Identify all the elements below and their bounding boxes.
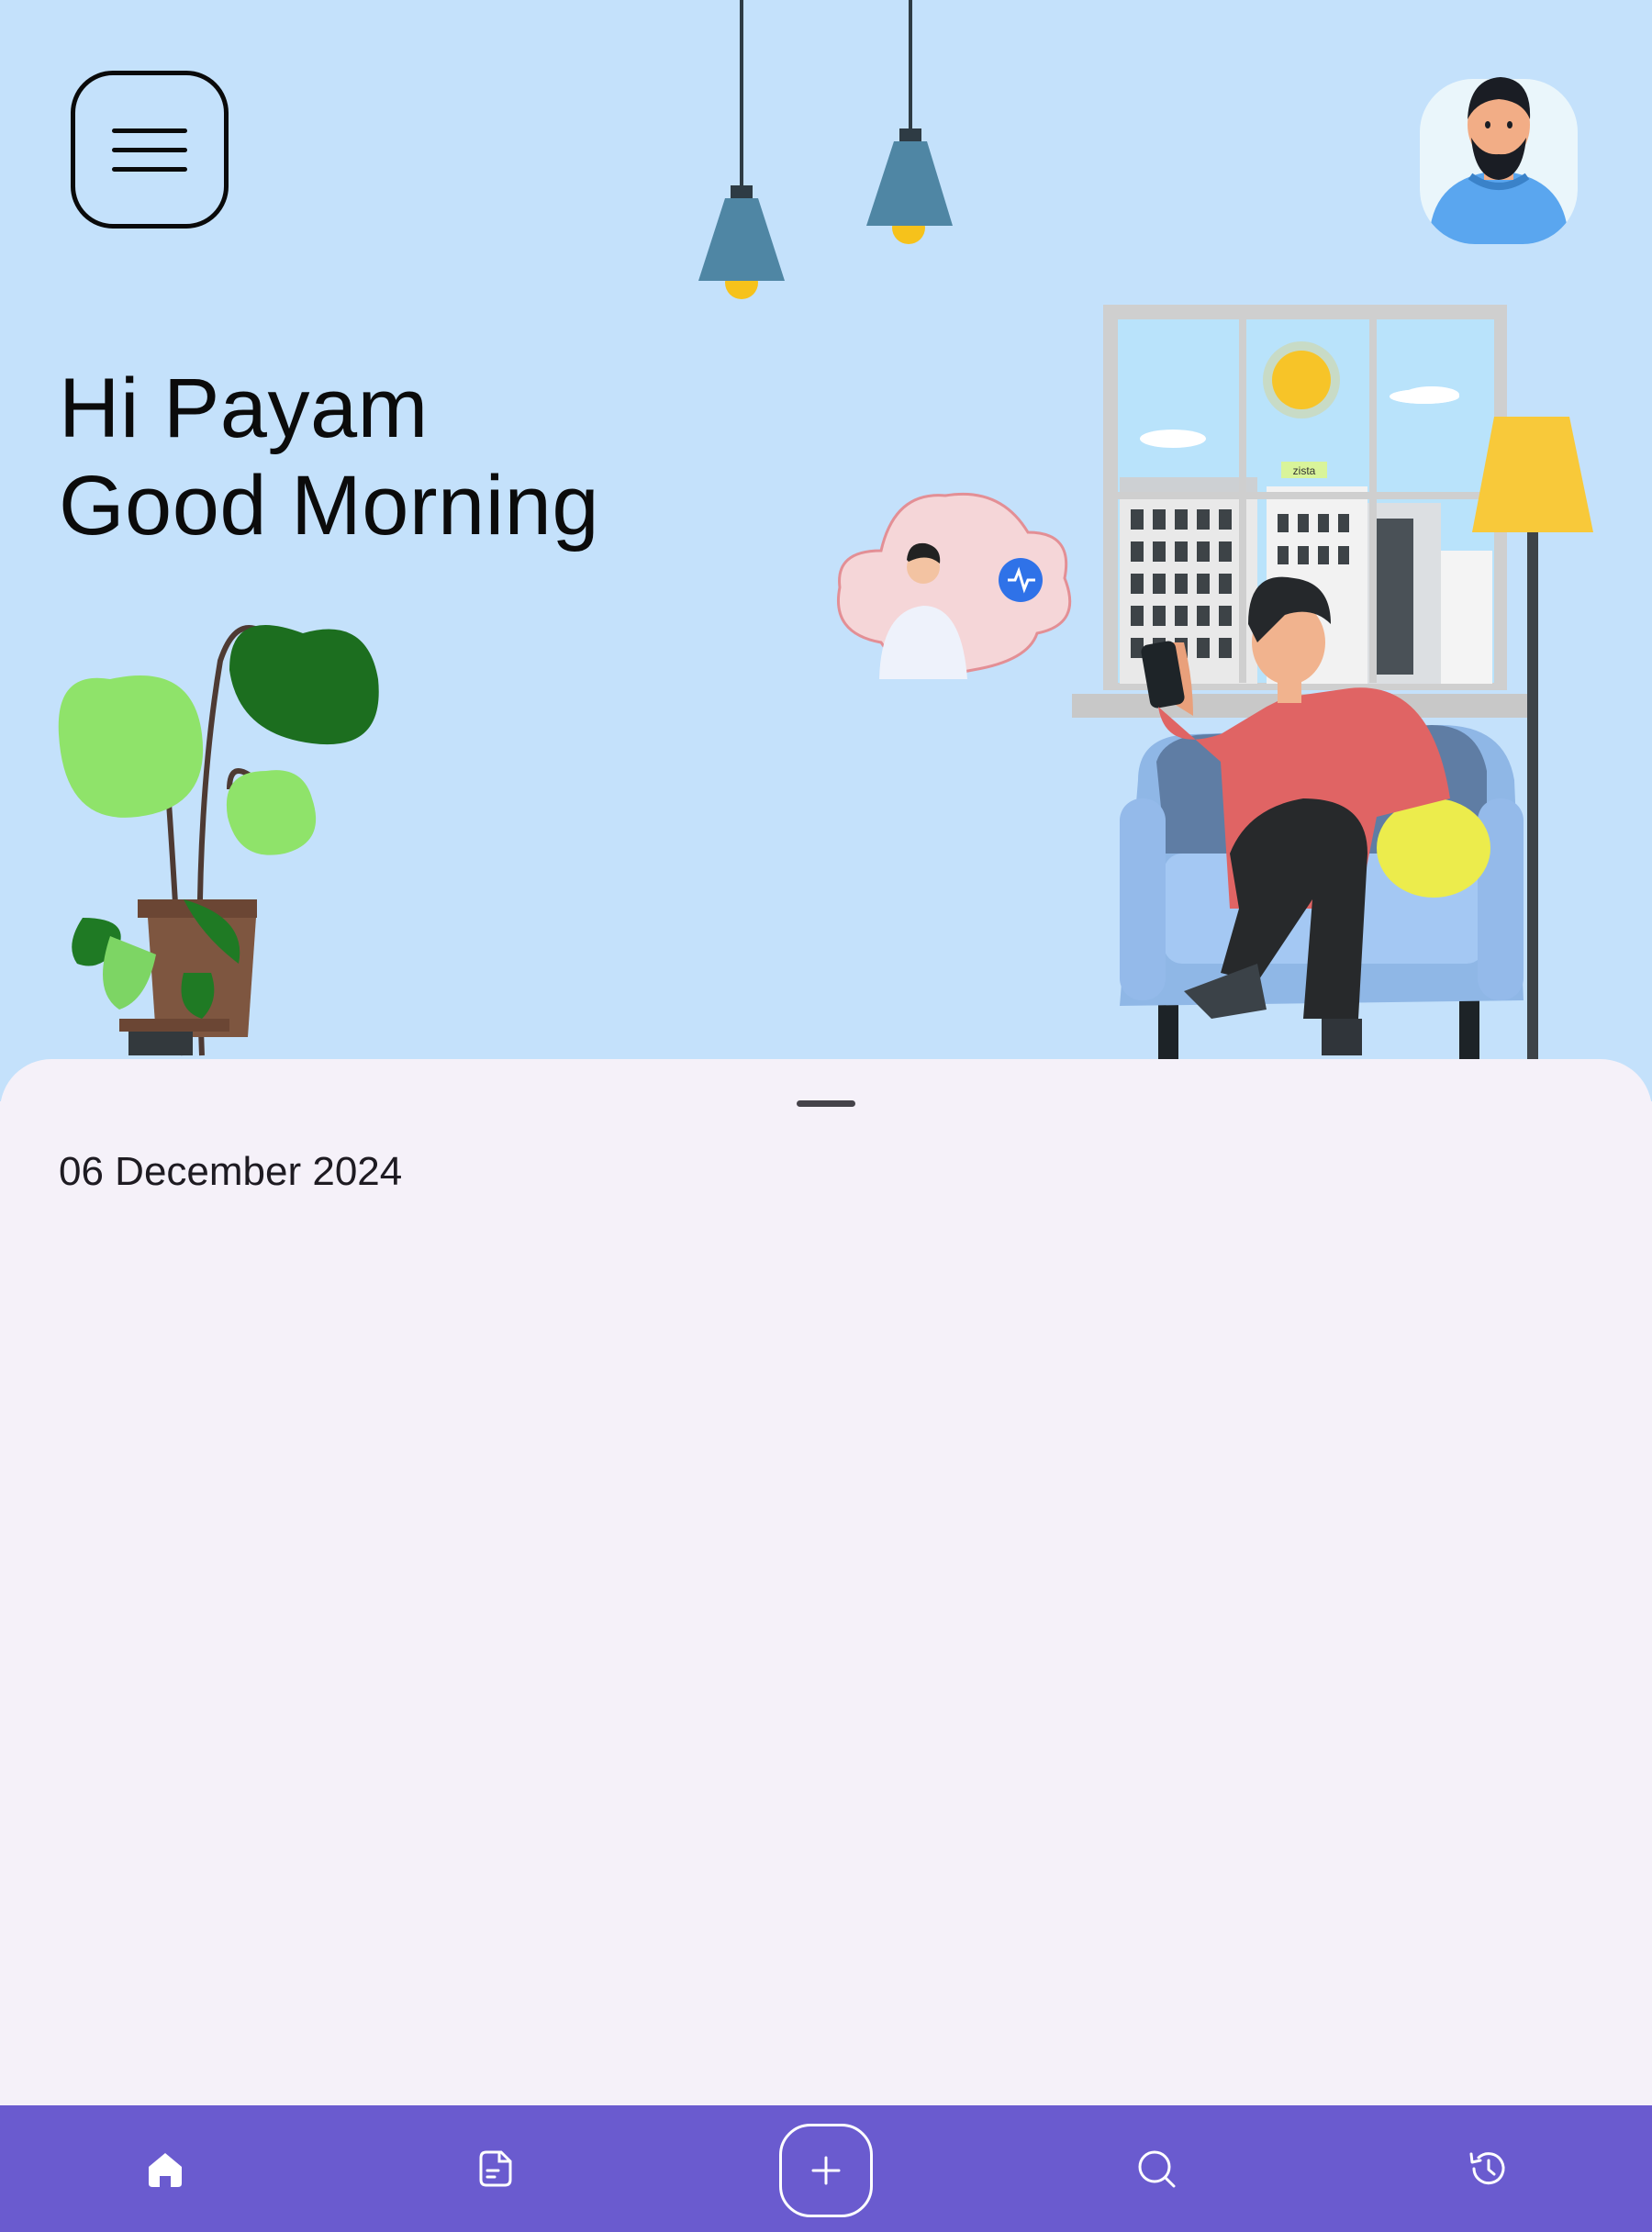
potted-plant [58,625,379,1056]
greeting-text: Hi Payam Good Morning [59,360,599,554]
nav-history[interactable] [1423,2105,1552,2232]
nav-home[interactable] [101,2105,229,2232]
home-icon [149,2153,182,2187]
history-icon [1469,2152,1505,2185]
hero-illustration: zista Hi Payam Good Morning [0,0,1652,1101]
nav-notes[interactable] [431,2105,560,2232]
greeting-name: Hi Payam [59,362,429,455]
add-icon [811,2156,841,2185]
pendant-lamp-right [866,0,953,244]
building-sign: zista [1293,464,1316,477]
sheet-drag-handle[interactable] [797,1100,855,1107]
greeting-time-of-day: Good Morning [59,459,599,552]
doctor-thought-bubble [837,492,1072,679]
hamburger-menu-icon [112,128,187,172]
user-avatar[interactable] [1420,61,1578,244]
user-avatar-icon [1420,77,1578,244]
search-icon [1138,2150,1176,2188]
bottom-sheet [0,1059,1652,2105]
nav-search[interactable] [1092,2105,1221,2232]
add-button[interactable] [779,2124,873,2217]
menu-button[interactable] [71,71,229,229]
pendant-lamp-left [698,0,785,299]
notes-icon [479,2150,512,2187]
current-date: 06 December 2024 [59,1149,403,1194]
